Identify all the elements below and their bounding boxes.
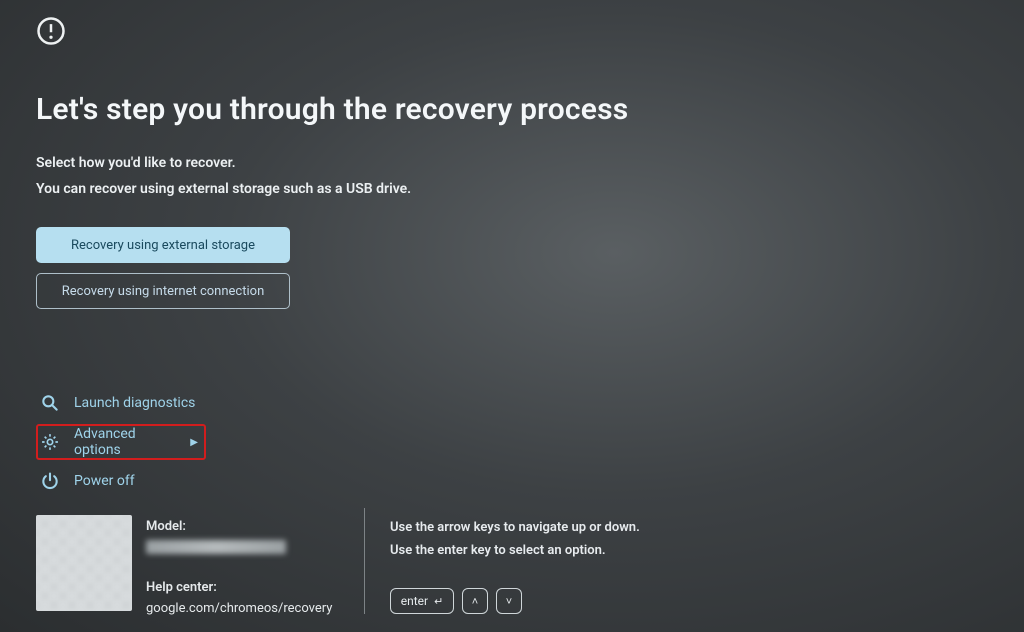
advanced-options-item[interactable]: Advanced options ▶ bbox=[36, 424, 206, 460]
power-off-item[interactable]: Power off bbox=[36, 464, 206, 498]
subtitle-line-2: You can recover using external storage s… bbox=[36, 181, 988, 197]
instruction-line-2: Use the enter key to select an option. bbox=[390, 543, 640, 558]
help-center-url: google.com/chromeos/recovery bbox=[146, 601, 332, 616]
power-off-label: Power off bbox=[74, 473, 135, 489]
model-label: Model: bbox=[146, 519, 332, 534]
main-content: Let's step you through the recovery proc… bbox=[36, 92, 988, 309]
enter-glyph-icon: ↵ bbox=[434, 595, 443, 608]
up-key-hint: ˄ bbox=[462, 588, 488, 614]
gear-icon bbox=[40, 432, 60, 452]
subtitle-line-1: Select how you'd like to recover. bbox=[36, 155, 988, 171]
qr-code bbox=[36, 515, 132, 611]
model-block: Model: Help center: google.com/chromeos/… bbox=[146, 515, 332, 616]
advanced-options-label: Advanced options bbox=[74, 426, 174, 458]
chevron-right-icon: ▶ bbox=[190, 437, 198, 448]
chevron-up-icon: ˄ bbox=[472, 595, 478, 608]
enter-key-hint: enter ↵ bbox=[390, 588, 454, 614]
help-center-label: Help center: bbox=[146, 580, 332, 595]
key-hint-row: enter ↵ ˄ ˅ bbox=[390, 588, 640, 614]
key-instructions: Use the arrow keys to navigate up or dow… bbox=[390, 520, 640, 614]
secondary-menu: Launch diagnostics Advanced options ▶ Po… bbox=[36, 386, 206, 498]
recovery-options: Recovery using external storage Recovery… bbox=[36, 227, 290, 309]
chevron-down-icon: ˅ bbox=[506, 595, 512, 608]
power-icon bbox=[40, 471, 60, 491]
alert-icon bbox=[36, 16, 66, 46]
launch-diagnostics-item[interactable]: Launch diagnostics bbox=[36, 386, 206, 420]
footer-divider bbox=[364, 508, 365, 614]
page-title: Let's step you through the recovery proc… bbox=[36, 92, 988, 127]
recovery-internet-button[interactable]: Recovery using internet connection bbox=[36, 273, 290, 309]
launch-diagnostics-label: Launch diagnostics bbox=[74, 395, 195, 411]
search-icon bbox=[40, 393, 60, 413]
enter-key-label: enter bbox=[401, 594, 428, 608]
model-value-blurred bbox=[146, 540, 286, 554]
down-key-hint: ˅ bbox=[496, 588, 522, 614]
recovery-external-storage-button[interactable]: Recovery using external storage bbox=[36, 227, 290, 263]
footer-info: Model: Help center: google.com/chromeos/… bbox=[36, 515, 332, 616]
instruction-line-1: Use the arrow keys to navigate up or dow… bbox=[390, 520, 640, 535]
